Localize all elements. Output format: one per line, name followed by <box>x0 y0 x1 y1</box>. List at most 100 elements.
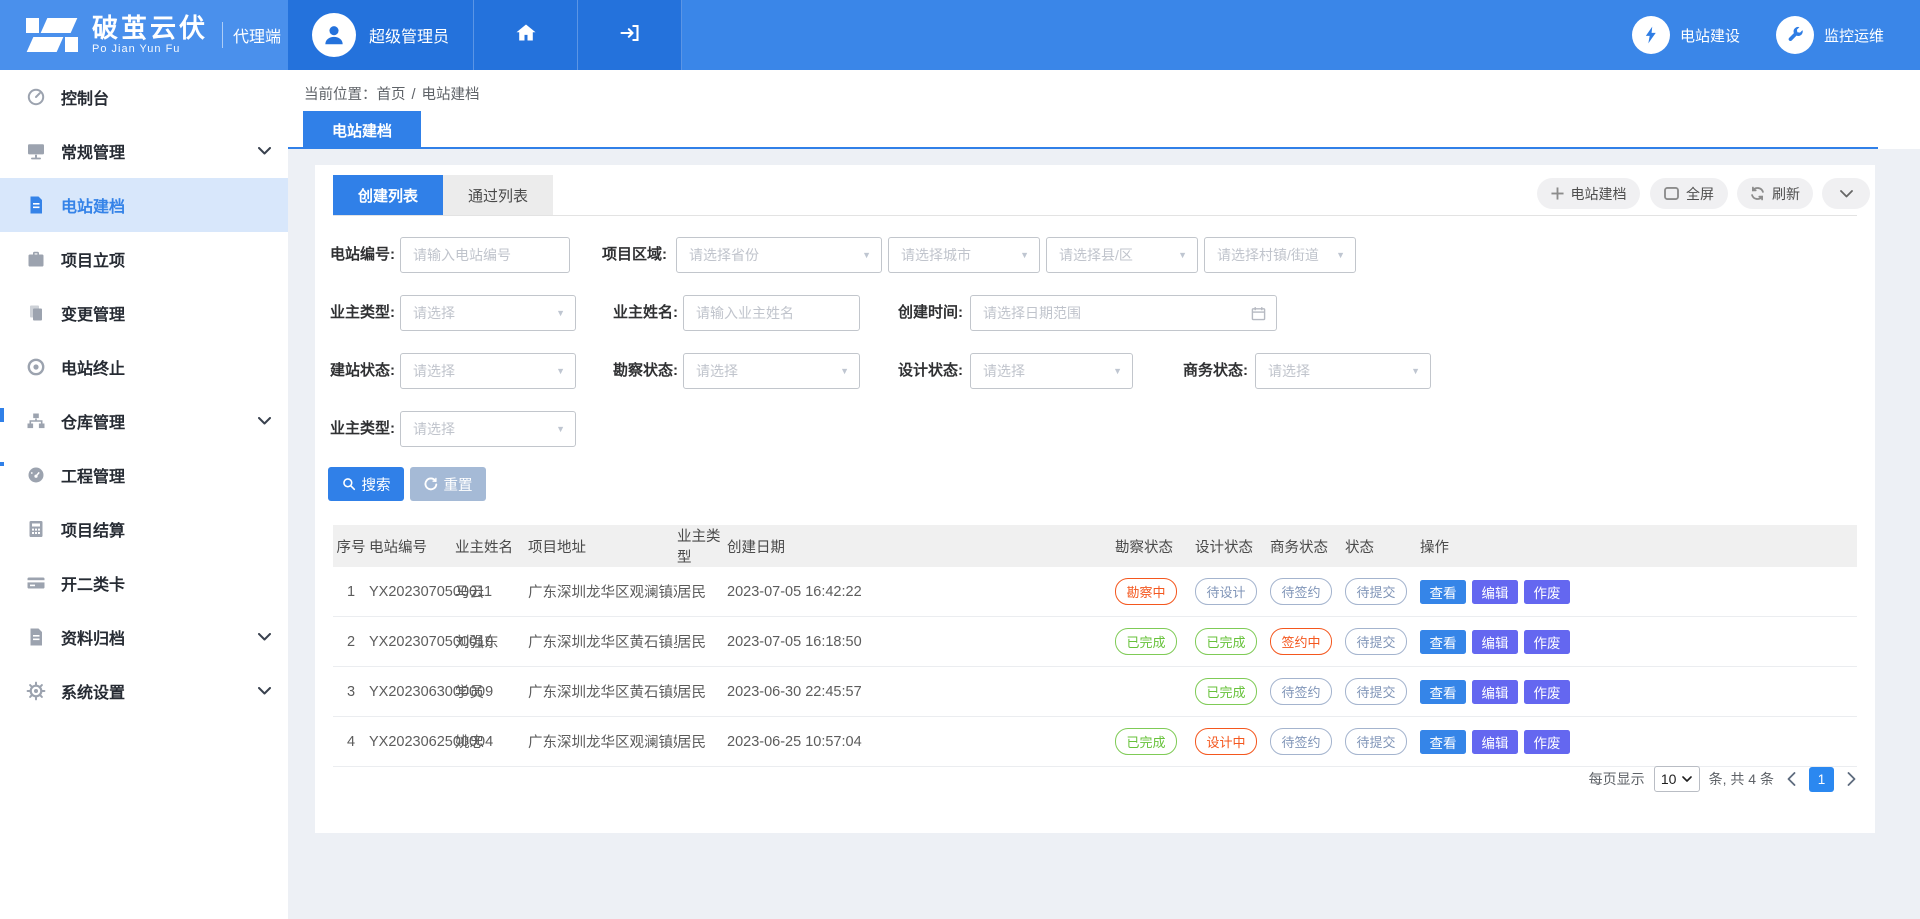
table-row: 1 YX2023070500011 马云 广东深圳龙华区观澜镇观湖路... 居民… <box>333 567 1857 617</box>
prev-page-button[interactable] <box>1783 772 1800 786</box>
edit-button[interactable]: 编辑 <box>1472 580 1518 604</box>
portal-label: 代理端 <box>233 23 281 47</box>
sidebar-item-warehouse-mgmt[interactable]: 仓库管理 <box>0 394 288 448</box>
design-status-badge: 待设计 <box>1195 578 1257 605</box>
owner-name-input[interactable] <box>683 295 860 331</box>
owner-type2-select[interactable]: 请选择 <box>400 411 576 447</box>
tab-underline <box>288 147 1878 149</box>
record-icon <box>26 357 46 377</box>
owner-type-select[interactable]: 请选择 <box>400 295 576 331</box>
per-page-select[interactable]: 10 <box>1654 766 1700 792</box>
archive-icon <box>26 627 46 647</box>
chevron-down-icon <box>1840 190 1853 198</box>
chevron-down-icon <box>258 633 271 641</box>
refresh-button[interactable]: 刷新 <box>1737 178 1813 209</box>
breadcrumb-separator: / <box>412 87 416 103</box>
business-status-badge: 签约中 <box>1270 628 1332 655</box>
reset-button[interactable]: 重置 <box>410 467 486 501</box>
breadcrumb-home[interactable]: 首页 <box>377 87 406 103</box>
owner-type2-label: 业主类型: <box>315 411 395 447</box>
calendar-icon <box>1251 306 1266 321</box>
view-button[interactable]: 查看 <box>1420 580 1466 604</box>
void-button[interactable]: 作废 <box>1524 730 1570 754</box>
main-area: 当前位置：首页/电站建档 电站建档 创建列表 通过列表 电站建档 全屏 <box>288 70 1920 919</box>
user-menu[interactable]: 超级管理员 <box>288 0 473 70</box>
nav-label: 电站建设 <box>1680 25 1740 46</box>
sidebar-item-general-mgmt[interactable]: 常规管理 <box>0 124 288 178</box>
brand-pinyin: Po Jian Yun Fu <box>92 43 208 55</box>
refresh-icon <box>1750 186 1765 201</box>
card-icon <box>26 573 46 593</box>
header-spacer <box>682 0 1632 70</box>
home-button[interactable] <box>473 0 577 70</box>
search-icon <box>342 477 356 491</box>
page-number-current[interactable]: 1 <box>1809 767 1834 792</box>
nav-power-construction[interactable]: 电站建设 <box>1632 0 1740 70</box>
per-page-label: 每页显示 <box>1589 769 1645 789</box>
date-range-input[interactable]: 请选择日期范围 <box>970 295 1277 331</box>
sidebar-item-station-archive[interactable]: 电站建档 <box>0 178 288 232</box>
home-icon <box>514 21 538 50</box>
build-status-select[interactable]: 请选择 <box>400 353 576 389</box>
station-no-input[interactable] <box>400 237 570 273</box>
sidebar-item-station-termination[interactable]: 电站终止 <box>0 340 288 394</box>
collapse-toolbar-button[interactable] <box>1822 178 1870 209</box>
city-select[interactable]: 请选择城市 <box>888 237 1040 273</box>
total-label: 条, 共 4 条 <box>1709 769 1774 789</box>
town-select[interactable]: 请选择村镇/街道 <box>1204 237 1356 273</box>
void-button[interactable]: 作废 <box>1524 630 1570 654</box>
page-header: 当前位置：首页/电站建档 电站建档 <box>288 70 1920 149</box>
edit-button[interactable]: 编辑 <box>1472 680 1518 704</box>
design-status-badge: 已完成 <box>1195 678 1257 705</box>
county-select[interactable]: 请选择县/区 <box>1046 237 1198 273</box>
lightning-icon <box>1632 16 1670 54</box>
pagination: 每页显示 10 条, 共 4 条 1 <box>1589 766 1860 792</box>
plus-icon <box>1551 187 1564 200</box>
view-button[interactable]: 查看 <box>1420 630 1466 654</box>
gauge-icon <box>26 465 46 485</box>
sidebar-item-open-card[interactable]: 开二类卡 <box>0 556 288 610</box>
table-row: 3 YX2023063000009 学员 广东深圳龙华区黄石镇姚家庄... 居民… <box>333 667 1857 717</box>
brand-name: 破茧云伏 <box>92 15 208 41</box>
calculator-icon <box>26 519 46 539</box>
view-button[interactable]: 查看 <box>1420 730 1466 754</box>
nav-monitor-ops[interactable]: 监控运维 <box>1776 0 1884 70</box>
logout-button[interactable] <box>577 0 682 70</box>
monitor-icon <box>26 141 46 161</box>
nav-label: 监控运维 <box>1824 25 1884 46</box>
brand: 破茧云伏 Po Jian Yun Fu 代理端 <box>0 0 288 70</box>
sidebar-item-project-initiation[interactable]: 项目立项 <box>0 232 288 286</box>
design-status-select[interactable]: 请选择 <box>970 353 1133 389</box>
void-button[interactable]: 作废 <box>1524 580 1570 604</box>
sidebar-item-system-settings[interactable]: 系统设置 <box>0 664 288 718</box>
next-page-button[interactable] <box>1843 772 1860 786</box>
survey-status-select[interactable]: 请选择 <box>683 353 860 389</box>
sidebar-item-engineering-mgmt[interactable]: 工程管理 <box>0 448 288 502</box>
tab-passed-list[interactable]: 通过列表 <box>443 175 553 215</box>
void-button[interactable]: 作废 <box>1524 680 1570 704</box>
reset-icon <box>424 477 438 491</box>
status-badge: 待提交 <box>1345 728 1407 755</box>
fullscreen-button[interactable]: 全屏 <box>1650 178 1728 209</box>
province-select[interactable]: 请选择省份 <box>676 237 882 273</box>
page-tab-station-archive[interactable]: 电站建档 <box>303 111 421 149</box>
create-time-label: 创建时间: <box>885 295 963 331</box>
tab-created-list[interactable]: 创建列表 <box>333 175 443 215</box>
edit-button[interactable]: 编辑 <box>1472 630 1518 654</box>
sidebar-item-project-settlement[interactable]: 项目结算 <box>0 502 288 556</box>
sidebar-item-change-mgmt[interactable]: 变更管理 <box>0 286 288 340</box>
view-button[interactable]: 查看 <box>1420 680 1466 704</box>
divider <box>222 22 223 48</box>
create-station-button[interactable]: 电站建档 <box>1537 178 1640 209</box>
sidebar-item-dashboard[interactable]: 控制台 <box>0 70 288 124</box>
edit-button[interactable]: 编辑 <box>1472 730 1518 754</box>
gear-icon <box>26 681 46 701</box>
wrench-icon <box>1776 16 1814 54</box>
build-status-label: 建站状态: <box>315 353 395 389</box>
search-button[interactable]: 搜索 <box>328 467 404 501</box>
sidebar-item-data-archive[interactable]: 资料归档 <box>0 610 288 664</box>
avatar <box>312 13 356 57</box>
chevron-down-icon <box>258 147 271 155</box>
business-status-select[interactable]: 请选择 <box>1255 353 1431 389</box>
status-badge: 待提交 <box>1345 628 1407 655</box>
